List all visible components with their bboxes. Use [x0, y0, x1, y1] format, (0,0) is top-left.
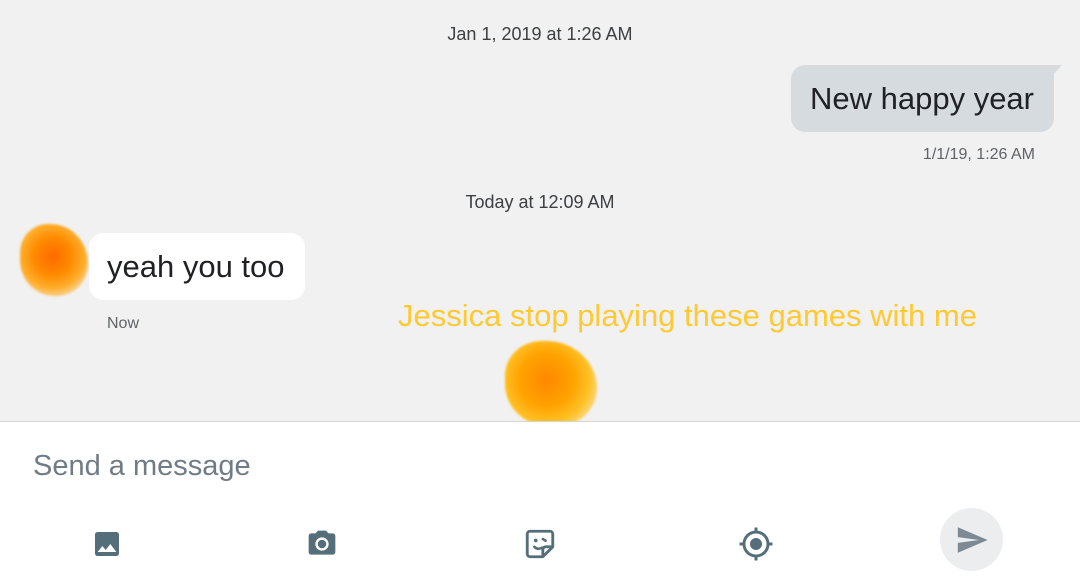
camera-icon [308, 530, 336, 555]
location-icon [739, 527, 773, 561]
location-button[interactable] [736, 524, 776, 564]
redacted-avatar[interactable] [20, 224, 88, 296]
send-icon [957, 526, 988, 553]
date-header-2: Today at 12:09 AM [465, 192, 615, 212]
message-input[interactable] [33, 444, 733, 488]
sticker-icon [525, 529, 555, 559]
overlay-caption: Jessica stop playing these games with me [398, 298, 977, 333]
outgoing-message-time: 1/1/19, 1:26 AM [922, 146, 1035, 163]
messaging-screen: Jan 1, 2019 at 1:26 AM New happy year 1/… [0, 0, 1080, 584]
camera-button[interactable] [302, 524, 342, 564]
gallery-button[interactable] [87, 524, 127, 564]
incoming-message-text: yeah you too [107, 248, 285, 284]
sticker-button[interactable] [520, 524, 560, 564]
image-icon [95, 532, 119, 556]
message-composer [0, 421, 1080, 584]
send-button[interactable] [940, 508, 1003, 571]
outgoing-message-bubble[interactable]: New happy year [790, 65, 1054, 132]
date-header-1: Jan 1, 2019 at 1:26 AM [447, 24, 633, 44]
incoming-message-time: Now [107, 315, 140, 332]
incoming-message-bubble[interactable]: yeah you too [89, 233, 305, 300]
outgoing-message-text: New happy year [809, 80, 1034, 116]
outgoing-bubble-tail [1053, 65, 1062, 75]
